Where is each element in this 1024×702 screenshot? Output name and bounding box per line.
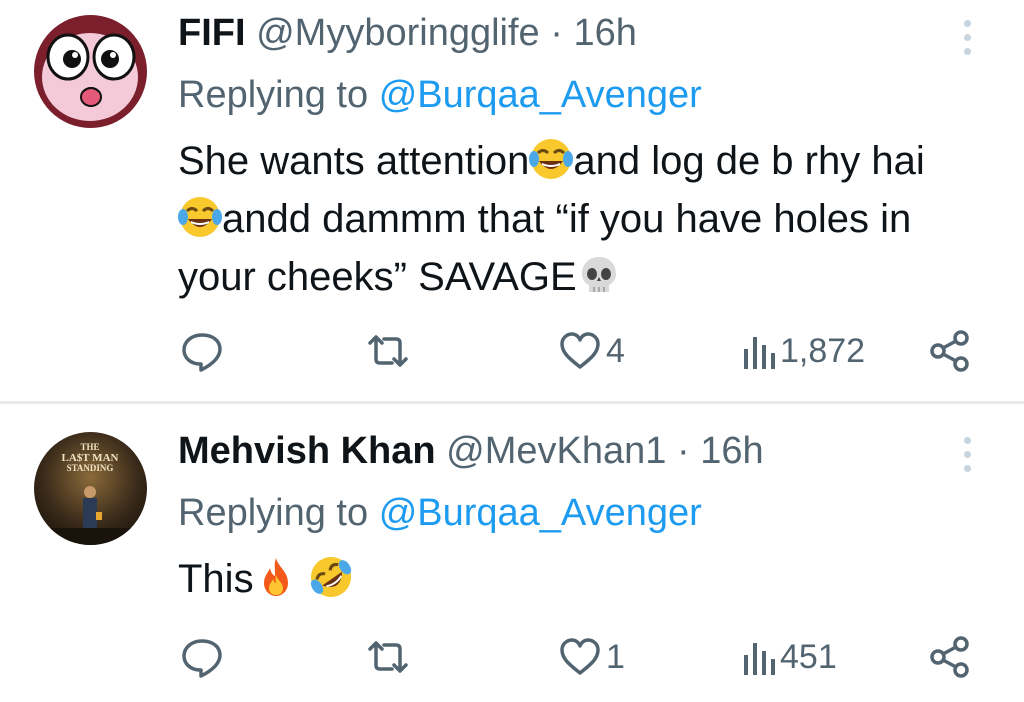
- heart-icon: [560, 638, 600, 675]
- reply-button[interactable]: [180, 632, 224, 682]
- more-icon[interactable]: [958, 437, 976, 472]
- replying-to: Replying to @Burqaa_Avenger: [178, 490, 702, 536]
- reply-button[interactable]: [180, 326, 224, 376]
- share-icon: [930, 330, 969, 372]
- reply-mention-link[interactable]: @Burqaa_Avenger: [379, 492, 702, 534]
- avatar-text: STANDING: [67, 463, 114, 473]
- reply-icon: [182, 333, 222, 372]
- tweet-text-part: and log de b rhy hai: [573, 139, 925, 183]
- share-button[interactable]: [928, 632, 972, 682]
- replying-to: Replying to @Burqaa_Avenger: [178, 72, 702, 118]
- reply-mention-link[interactable]: @Burqaa_Avenger: [379, 74, 702, 116]
- tweet-text-part: This: [178, 557, 254, 601]
- retweet-button[interactable]: [364, 326, 412, 376]
- separator: ·: [676, 430, 690, 472]
- avatar[interactable]: [34, 15, 147, 128]
- replying-to-label: Replying to: [178, 492, 369, 534]
- replying-to-label: Replying to: [178, 74, 369, 116]
- tweet-header: Mehvish Khan @MevKhan1 · 16h: [178, 428, 764, 474]
- tweet-text: This: [178, 550, 958, 608]
- fire-icon: [254, 555, 298, 599]
- retweet-button[interactable]: [364, 632, 412, 682]
- avatar[interactable]: THE LA$T MAN STANDING: [34, 432, 147, 545]
- timestamp[interactable]: 16h: [700, 430, 763, 472]
- tweet-actions: 4 1,872: [0, 326, 1024, 376]
- movie-poster-avatar-icon: THE LA$T MAN STANDING: [34, 432, 147, 545]
- cartoon-avatar-icon: [34, 15, 147, 128]
- face-with-tears-of-joy-icon: [178, 195, 222, 239]
- tweet-header: FIFI @Myyboringglife · 16h: [178, 10, 637, 56]
- view-count: 1,872: [780, 331, 866, 370]
- user-handle[interactable]: @Myyboringglife: [256, 12, 540, 54]
- more-icon[interactable]: [958, 20, 976, 55]
- like-button[interactable]: 1: [558, 632, 625, 682]
- view-count: 451: [780, 637, 837, 676]
- tweet-actions: 1 451: [0, 632, 1024, 682]
- tweet[interactable]: THE LA$T MAN STANDING Mehvish Khan @MevK…: [0, 404, 1024, 702]
- tweet-text-part: She wants attention: [178, 139, 530, 183]
- like-count: 1: [606, 637, 625, 676]
- heart-icon: [560, 332, 600, 369]
- rolling-on-the-floor-laughing-icon: [309, 555, 353, 599]
- display-name[interactable]: Mehvish Khan: [178, 430, 436, 472]
- share-icon: [930, 636, 969, 678]
- retweet-icon: [368, 335, 408, 367]
- tweet-text-part: andd dammm that “if you have holes in yo…: [178, 197, 912, 299]
- face-with-tears-of-joy-icon: [529, 137, 574, 181]
- like-count: 4: [606, 331, 625, 370]
- like-button[interactable]: 4: [558, 326, 625, 376]
- tweet[interactable]: FIFI @Myyboringglife · 16h Replying to @…: [0, 0, 1024, 402]
- separator: ·: [550, 12, 563, 54]
- timestamp[interactable]: 16h: [573, 12, 636, 54]
- reply-icon: [182, 639, 222, 678]
- views-icon: [744, 337, 775, 369]
- retweet-icon: [368, 641, 408, 673]
- tweet-text: She wants attention and log de b rhy hai: [178, 132, 958, 306]
- views-icon: [744, 643, 775, 675]
- share-button[interactable]: [928, 326, 972, 376]
- views-button[interactable]: 1,872: [742, 326, 865, 376]
- skull-icon: [577, 253, 621, 297]
- display-name[interactable]: FIFI: [178, 12, 246, 54]
- avatar-text: THE: [80, 442, 99, 452]
- views-button[interactable]: 451: [742, 632, 837, 682]
- user-handle[interactable]: @MevKhan1: [446, 430, 666, 472]
